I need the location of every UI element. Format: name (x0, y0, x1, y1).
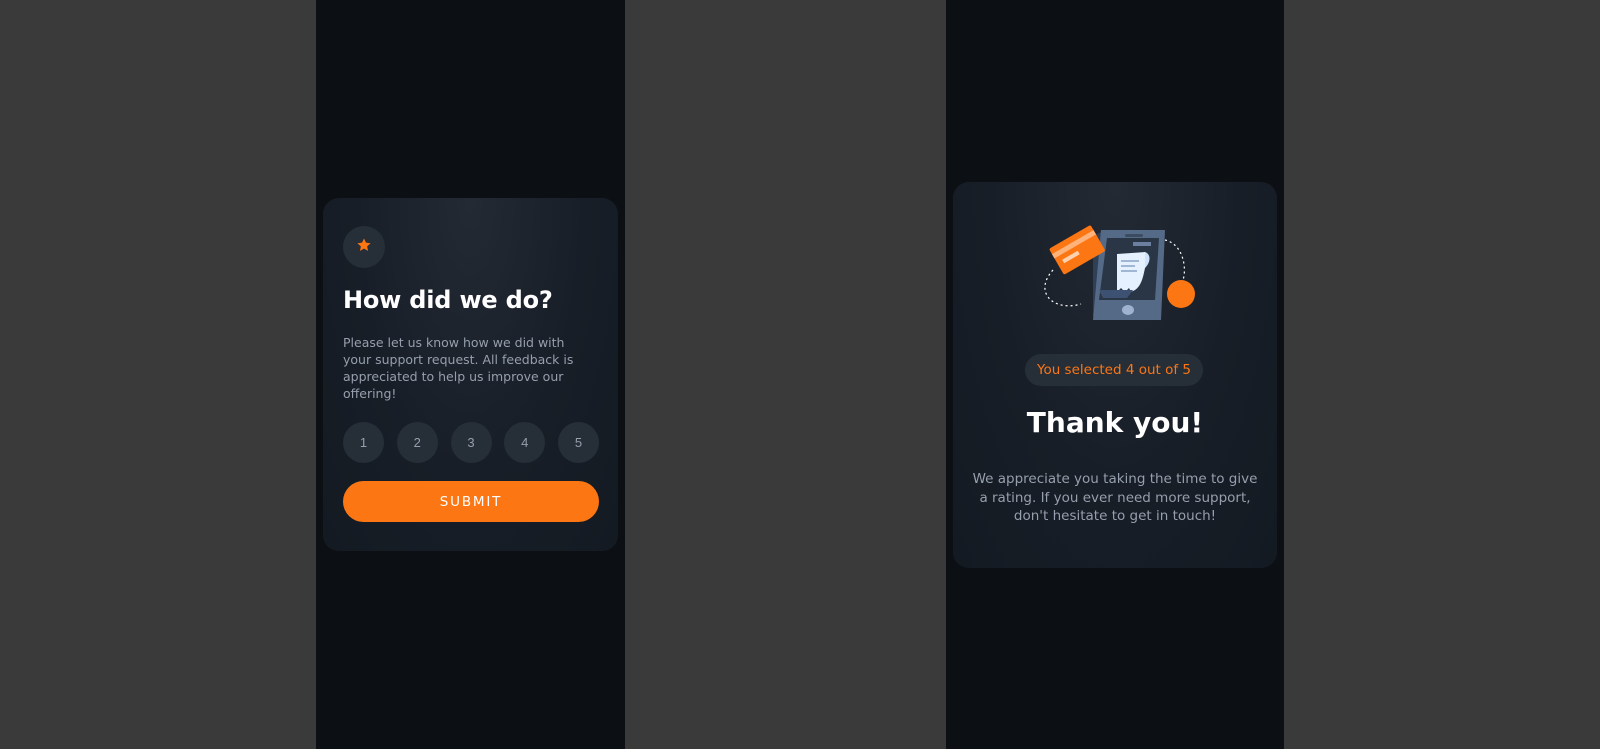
rating-screen: How did we do? Please let us know how we… (316, 0, 625, 749)
rating-option-5[interactable]: 5 (558, 422, 599, 463)
thank-you-description: We appreciate you taking the time to giv… (972, 471, 1258, 524)
rating-option-4[interactable]: 4 (504, 422, 546, 463)
star-icon (356, 237, 372, 257)
thank-you-screen: You selected 4 out of 5 Thank you! We ap… (946, 0, 1284, 749)
payment-receipt-illustration (1033, 212, 1205, 324)
star-badge (343, 226, 385, 268)
rating-title: How did we do? (343, 286, 553, 314)
rating-description: Please let us know how we did with your … (343, 335, 574, 401)
submit-button[interactable]: SUBMIT (343, 481, 599, 522)
rating-options: 1 2 3 4 5 (343, 422, 599, 463)
thank-you-title: Thank you! (1026, 406, 1204, 439)
page-background: How did we do? Please let us know how we… (0, 0, 1600, 749)
rating-option-1[interactable]: 1 (343, 422, 384, 463)
rating-option-2[interactable]: 2 (396, 422, 438, 463)
thank-you-card: You selected 4 out of 5 Thank you! We ap… (953, 182, 1277, 568)
rating-option-3[interactable]: 3 (450, 422, 492, 463)
rating-card: How did we do? Please let us know how we… (323, 198, 618, 551)
selected-rating-badge: You selected 4 out of 5 (1025, 354, 1203, 386)
